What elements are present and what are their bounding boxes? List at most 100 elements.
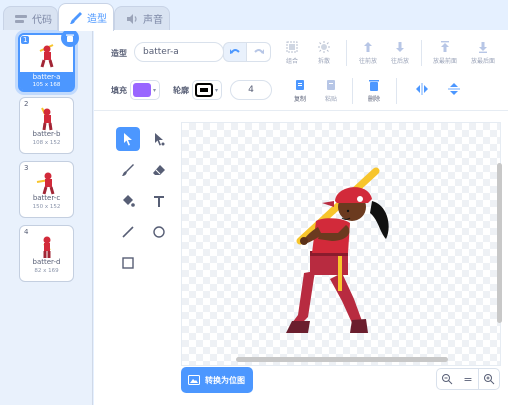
batter-thumbnail [40,107,52,131]
fill-tool[interactable] [116,189,140,213]
costume-name: batter-c [32,194,61,202]
zoom-in-icon [484,374,495,385]
eraser-icon [153,165,165,175]
zoom-reset-label: = [463,372,473,386]
fill-swatch [133,83,151,97]
outline-color-picker[interactable]: ▾ [192,80,222,100]
costume-number: 2 [24,100,29,108]
backward-label: 往后放 [390,58,409,65]
image-icon [188,375,200,385]
eraser-tool[interactable] [147,158,171,182]
text-icon [154,196,164,207]
costume-size: 82 x 169 [34,268,59,274]
redo-button[interactable] [247,42,271,62]
batter-thumbnail [36,172,54,195]
outline-label: 轮廓 [173,86,189,95]
separator [421,40,422,66]
flip-vertical-icon [448,83,460,95]
horizontal-scrollbar[interactable] [236,357,448,362]
zoom-out-button[interactable] [436,368,458,390]
fill-icon [123,195,135,207]
delete-label: 删除 [367,96,380,103]
front-button[interactable]: 放最前面 [426,40,464,65]
arrow-down-icon [396,42,404,52]
back-button[interactable]: 放最后面 [464,40,502,65]
costume-size: 108 x 152 [32,140,61,146]
costume-size: 105 x 168 [32,82,61,88]
group-label: 组合 [285,58,298,65]
fill-color-picker[interactable]: ▾ [130,80,160,100]
reshape-tool[interactable] [147,127,171,151]
costume-name: batter-d [32,258,61,266]
tab-code-label: 代码 [32,15,52,26]
zoom-out-icon [442,374,453,385]
paint-editor: 造型 batter-a 组合 拆散 往前放 往后放 放最前面 放最后面 填充 ▾… [94,30,508,405]
outline-swatch [195,83,213,97]
line-tool[interactable] [116,220,140,244]
chevron-down-icon: ▾ [153,86,157,94]
front-label: 放最前面 [432,58,457,65]
reshape-icon [155,133,165,146]
fill-label: 填充 [111,86,127,95]
costume-list: 1 batter-a 105 x 168 2 batter-b 108 x 15… [0,29,93,405]
rectangle-icon [122,257,134,269]
chevron-down-icon: ▾ [215,86,219,94]
vertical-scrollbar[interactable] [497,163,502,323]
flip-vertical-button[interactable] [438,82,470,98]
tab-code[interactable]: 代码 [3,6,58,30]
paste-button[interactable]: 粘贴 [315,78,347,103]
undo-button[interactable] [223,42,247,62]
zoom-reset-button[interactable]: = [457,368,479,390]
back-label: 放最后面 [470,58,495,65]
costume-name-input[interactable]: batter-a [134,42,224,62]
costume-editor-window: 代码 造型 声音 1 batter-a 105 x 168 2 batter-b… [0,0,508,405]
batter-thumbnail [39,44,53,68]
tab-sounds[interactable]: 声音 [114,6,170,30]
select-tool[interactable] [116,127,140,151]
costume-name: batter-a [32,73,61,81]
costume-number: 4 [24,228,29,236]
tab-costumes-label: 造型 [87,14,107,25]
separator [352,78,353,104]
ungroup-button[interactable]: 拆散 [308,40,340,65]
circle-tool[interactable] [147,220,171,244]
tab-costumes[interactable]: 造型 [58,3,114,31]
flip-horizontal-button[interactable] [406,82,438,98]
backward-button[interactable]: 往后放 [384,40,416,65]
copy-button[interactable]: 复制 [284,78,316,103]
costume-item-4[interactable]: 4 batter-d 82 x 169 [19,225,74,282]
rectangle-tool[interactable] [116,251,140,275]
flip-horizontal-icon [416,83,428,95]
batter-thumbnail [42,236,51,258]
brush-icon [70,11,82,24]
delete-costume-button[interactable] [61,29,79,47]
costume-item-1[interactable]: 1 batter-a 105 x 168 [18,29,79,92]
bring-to-front-icon [441,41,449,52]
group-icon [286,41,298,53]
brush-tool-icon [122,164,134,176]
zoom-in-button[interactable] [478,368,500,390]
code-icon [15,14,27,23]
group-button[interactable]: 组合 [276,40,308,65]
tab-sounds-label: 声音 [143,15,163,26]
costume-item-2[interactable]: 2 batter-b 108 x 152 [19,97,74,154]
outline-width-input[interactable]: 4 [230,80,272,100]
forward-button[interactable]: 往前放 [352,40,384,65]
costume-name-label: 造型 [111,49,127,58]
line-icon [122,226,134,238]
delete-button[interactable]: 删除 [358,78,390,103]
separator [346,40,347,66]
ungroup-icon [318,41,330,53]
circle-icon [153,226,165,238]
costume-name: batter-b [32,130,61,138]
paste-label: 粘贴 [324,96,337,103]
brush-tool[interactable] [116,158,140,182]
convert-to-bitmap-button[interactable]: 转换为位图 [181,367,253,393]
costume-size: 150 x 152 [32,204,61,210]
costume-number: 1 [21,36,30,44]
text-tool[interactable] [147,189,171,213]
drawing-canvas[interactable] [181,122,501,366]
convert-label: 转换为位图 [205,375,245,385]
copy-icon [296,80,304,90]
costume-item-3[interactable]: 3 batter-c 150 x 152 [19,161,74,218]
